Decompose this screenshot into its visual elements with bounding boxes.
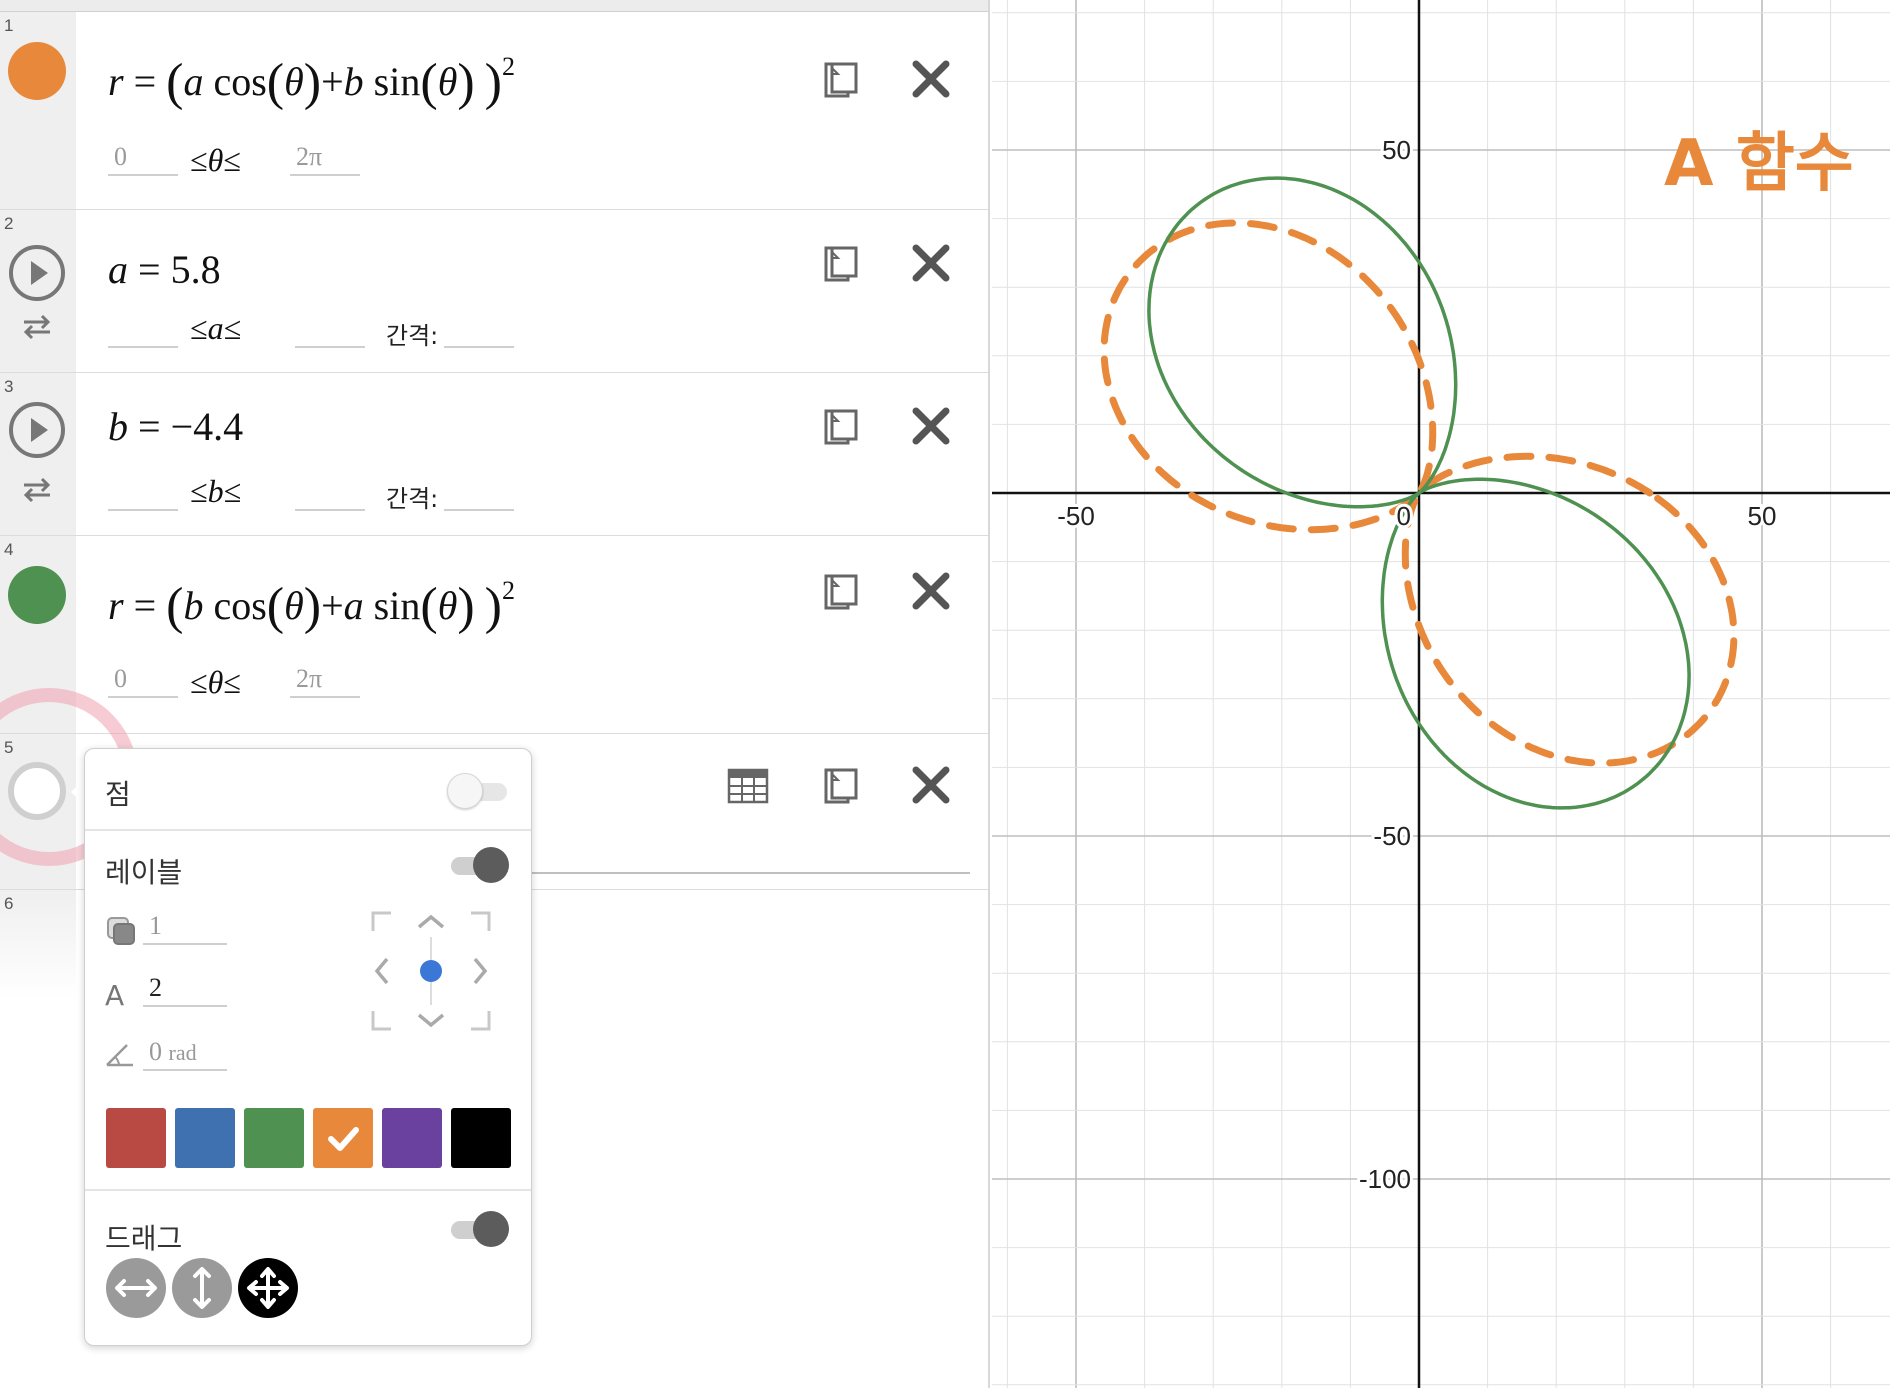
text-size-icon: A <box>105 979 125 1012</box>
theta-max-input[interactable]: 2π <box>290 142 360 176</box>
expression-row-2[interactable]: 2 a = 5.8 ≤a≤ 간격: <box>0 210 988 373</box>
row-number: 6 <box>4 894 14 913</box>
slider-min-input[interactable] <box>108 314 178 348</box>
graph-annotation[interactable]: A 함수 <box>1664 112 1854 204</box>
y-tick-label: -100 <box>1359 1164 1411 1194</box>
slider-min-input[interactable] <box>108 477 178 511</box>
delete-icon[interactable] <box>908 403 954 449</box>
step-label: 간격: <box>386 485 439 513</box>
theta-range-operator: ≤θ≤ <box>190 664 241 700</box>
row-number: 4 <box>4 540 14 559</box>
duplicate-icon[interactable] <box>818 764 862 808</box>
slider-step-input[interactable] <box>444 477 514 511</box>
color-swatch-purple[interactable] <box>382 1108 442 1168</box>
step-label: 간격: <box>386 322 439 350</box>
label-angle-input[interactable]: 0 rad <box>143 1035 227 1071</box>
color-indicator-orange[interactable] <box>8 42 66 100</box>
slider-range-operator: ≤a≤ <box>190 310 242 346</box>
label-toggle[interactable] <box>447 845 509 885</box>
style-menu-popover: 점 레이블 1 A 2 0 rad 드래그 <box>84 748 532 1346</box>
drag-toggle-label: 드래그 <box>105 1222 183 1255</box>
horizontal-arrows-icon <box>115 1279 157 1297</box>
drag-toggle[interactable] <box>447 1209 509 1249</box>
expression-row-3[interactable]: 3 b = −4.4 ≤b≤ 간격: <box>0 373 988 536</box>
graph-paper[interactable]: -50 0 50 50 -50 -100 A 함수 <box>992 0 1890 1388</box>
color-swatch-orange[interactable] <box>313 1108 373 1168</box>
label-toggle-label: 레이블 <box>105 856 183 889</box>
slider-b-definition[interactable]: b = −4.4 <box>108 403 243 450</box>
graph-canvas[interactable]: -50 0 50 50 -50 -100 <box>992 0 1890 1388</box>
label-position-picker[interactable] <box>369 909 493 1033</box>
checkmark-icon <box>328 1127 359 1151</box>
delete-icon[interactable] <box>908 240 954 286</box>
play-slider-icon[interactable] <box>8 244 66 302</box>
theta-max-input[interactable]: 2π <box>290 664 360 698</box>
row-number: 3 <box>4 377 14 396</box>
play-slider-icon[interactable] <box>8 401 66 459</box>
opacity-icon <box>107 917 135 945</box>
vertical-arrows-icon <box>193 1267 211 1309</box>
delete-icon[interactable] <box>908 568 954 614</box>
panel-top-bar <box>0 0 988 12</box>
row-number: 2 <box>4 214 14 233</box>
drag-vertical-button[interactable] <box>172 1258 232 1318</box>
y-tick-label: -50 <box>1373 821 1411 851</box>
duplicate-icon[interactable] <box>818 405 862 449</box>
slider-max-input[interactable] <box>295 314 365 348</box>
polar-equation-4[interactable]: r = (b cos(θ)+a sin(θ) )2 <box>108 576 515 636</box>
delete-icon[interactable] <box>908 762 954 808</box>
theta-min-input[interactable]: 0 <box>108 142 178 176</box>
loop-mode-icon[interactable] <box>20 312 54 342</box>
color-swatch-black[interactable] <box>451 1108 511 1168</box>
expression-input-underline[interactable] <box>530 872 970 874</box>
row-number: 1 <box>4 16 14 35</box>
color-indicator-green[interactable] <box>8 566 66 624</box>
slider-step-input[interactable] <box>444 314 514 348</box>
x-tick-label: 0 <box>1397 501 1411 531</box>
slider-max-input[interactable] <box>295 477 365 511</box>
duplicate-icon[interactable] <box>818 570 862 614</box>
duplicate-icon[interactable] <box>818 58 862 102</box>
move-arrows-icon <box>247 1267 289 1309</box>
delete-icon[interactable] <box>908 56 954 102</box>
x-tick-label: 50 <box>1748 501 1777 531</box>
angle-icon <box>106 1044 133 1067</box>
label-size-input[interactable]: 2 <box>143 971 227 1007</box>
drag-both-button[interactable] <box>238 1258 298 1318</box>
color-swatch-green[interactable] <box>244 1108 304 1168</box>
table-icon[interactable] <box>726 764 770 808</box>
point-toggle[interactable] <box>447 771 509 811</box>
expression-row-1[interactable]: 1 r = (a cos(θ)+b sin(θ) )2 0 ≤θ≤ 2π <box>0 12 988 210</box>
theta-range-operator: ≤θ≤ <box>190 142 241 178</box>
expression-row-4[interactable]: 4 r = (b cos(θ)+a sin(θ) )2 0 ≤θ≤ 2π <box>0 536 988 734</box>
point-toggle-label: 점 <box>105 778 131 811</box>
x-tick-label: -50 <box>1057 501 1095 531</box>
y-tick-label: 50 <box>1382 135 1411 165</box>
color-swatch-blue[interactable] <box>175 1108 235 1168</box>
slider-range-operator: ≤b≤ <box>190 473 242 509</box>
label-opacity-input[interactable]: 1 <box>143 909 227 945</box>
duplicate-icon[interactable] <box>818 242 862 286</box>
drag-horizontal-button[interactable] <box>106 1258 166 1318</box>
theta-min-input[interactable]: 0 <box>108 664 178 698</box>
slider-a-definition[interactable]: a = 5.8 <box>108 246 221 293</box>
loop-mode-icon[interactable] <box>20 475 54 505</box>
color-swatch-red[interactable] <box>106 1108 166 1168</box>
polar-equation-1[interactable]: r = (a cos(θ)+b sin(θ) )2 <box>108 52 515 112</box>
